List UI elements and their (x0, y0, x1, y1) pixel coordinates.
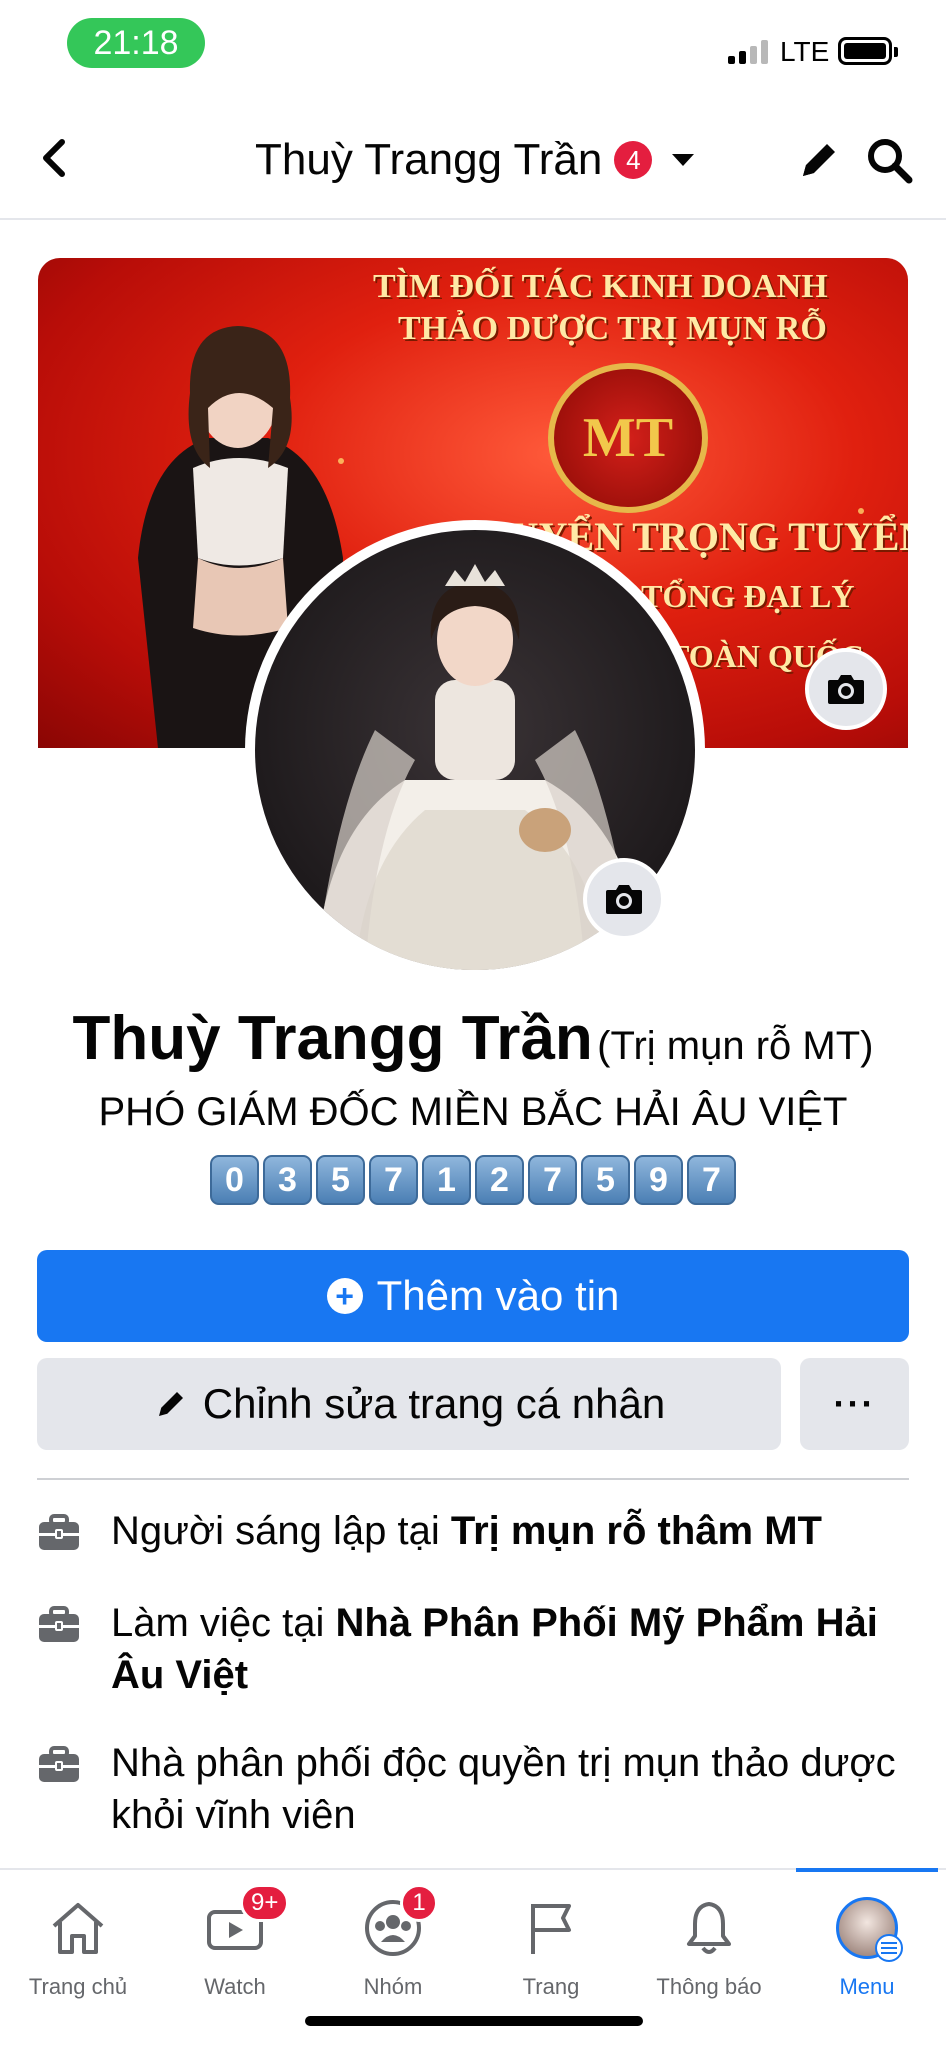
edit-button[interactable] (795, 136, 843, 189)
network-label: LTE (780, 36, 830, 67)
profile-subtitle: PHÓ GIÁM ĐỐC MIỀN BẮC HẢI ÂU VIỆT (98, 1090, 848, 1134)
phone-digit: 5 (581, 1155, 630, 1205)
info-prefix: Làm việc tại (111, 1601, 336, 1645)
nav-watch[interactable]: 9+ Watch (160, 1884, 310, 2000)
divider (37, 1478, 909, 1480)
info-item-distributor[interactable]: Nhà phân phối độc quyền trị mụn thảo dượ… (37, 1737, 917, 1841)
plus-circle-icon: + (326, 1278, 363, 1314)
profile-name: Thuỳ Trangg Trần (72, 1004, 593, 1073)
search-icon (868, 139, 913, 184)
nav-label: Nhóm (363, 1974, 423, 1999)
cover-text-2: THẢO DƯỢC TRỊ MỤN RỖ (398, 310, 827, 347)
chevron-left-icon (43, 139, 65, 177)
nav-label: Thông báo (656, 1974, 762, 1999)
pencil-icon (158, 1392, 183, 1416)
cover-logo-text: MT (582, 407, 674, 469)
more-options-button[interactable]: ··· (800, 1358, 909, 1450)
groups-badge: 1 (400, 1884, 438, 1922)
home-icon (52, 1903, 104, 1954)
status-time: 21:18 (67, 18, 205, 68)
caret-down-icon (672, 154, 695, 166)
info-prefix: Nhà phân phối độc quyền trị mụn thảo dượ… (111, 1741, 896, 1837)
cover-logo: MT (548, 363, 708, 513)
nav-label: Watch (204, 1974, 266, 1999)
edit-profile-label: Chỉnh sửa trang cá nhân (202, 1380, 666, 1427)
more-icon: ··· (833, 1383, 876, 1424)
header-badge: 4 (614, 141, 653, 179)
battery-icon (838, 37, 898, 65)
phone-digit: 7 (687, 1155, 736, 1205)
back-button[interactable] (30, 128, 80, 188)
info-text: Làm việc tại Nhà Phân Phối Mỹ Phẩm Hải Â… (111, 1597, 917, 1701)
search-button[interactable] (865, 136, 915, 191)
phone-number: 0 3 5 7 1 2 7 5 9 7 (210, 1155, 736, 1205)
edit-profile-button[interactable]: Chỉnh sửa trang cá nhân (37, 1358, 781, 1450)
phone-digit: 7 (528, 1155, 577, 1205)
briefcase-icon (39, 1606, 79, 1642)
info-prefix: Người sáng lập tại (111, 1509, 451, 1553)
edit-cover-button[interactable] (805, 648, 887, 730)
status-bar: 21:18 LTE (0, 0, 946, 100)
info-text: Nhà phân phối độc quyền trị mụn thảo dượ… (111, 1737, 917, 1841)
nav-pages[interactable]: Trang (476, 1888, 626, 2000)
menu-avatar-icon (836, 1897, 903, 1962)
info-item-founder[interactable]: Người sáng lập tại Trị mụn rỗ thâm MT (37, 1505, 917, 1557)
briefcase-icon (39, 1746, 79, 1782)
pencil-icon (803, 144, 835, 176)
edit-profile-picture-button[interactable] (583, 858, 665, 940)
nav-label: Menu (839, 1974, 895, 1999)
briefcase-icon (39, 1514, 79, 1550)
phone-digit: 3 (263, 1155, 312, 1205)
add-to-story-label: Thêm vào tin (376, 1272, 620, 1319)
info-item-work[interactable]: Làm việc tại Nhà Phân Phối Mỹ Phẩm Hải Â… (37, 1597, 917, 1701)
watch-badge: 9+ (240, 1884, 290, 1922)
add-to-story-button[interactable]: + Thêm vào tin (37, 1250, 909, 1342)
phone-digit: 1 (422, 1155, 471, 1205)
profile-switcher[interactable]: Thuỳ Trangg Trần 4 (255, 130, 695, 190)
home-indicator (305, 2016, 643, 2026)
phone-digit: 9 (634, 1155, 683, 1205)
camera-icon (828, 675, 864, 704)
nav-notifications[interactable]: Thông báo (634, 1888, 784, 2000)
camera-icon (606, 885, 642, 914)
nav-label: Trang chủ (28, 1974, 128, 1999)
cover-text-1: TÌM ĐỐI TÁC KINH DOANH (373, 268, 828, 305)
phone-digit: 7 (369, 1155, 418, 1205)
flag-icon (531, 1904, 571, 1954)
nav-menu[interactable]: Menu (792, 1888, 942, 2000)
info-text: Người sáng lập tại Trị mụn rỗ thâm MT (111, 1505, 822, 1557)
nav-active-indicator (796, 1868, 938, 1872)
top-header: Thuỳ Trangg Trần 4 (0, 100, 946, 220)
profile-name-row: Thuỳ Trangg Trần (Trị mụn rỗ MT) (0, 1003, 946, 1074)
header-title: Thuỳ Trangg Trần (255, 135, 603, 184)
phone-digit: 2 (475, 1155, 524, 1205)
bell-icon (687, 1902, 731, 1954)
signal-icon (728, 40, 768, 64)
hamburger-icon (875, 1934, 903, 1962)
phone-digit: 5 (316, 1155, 365, 1205)
info-link[interactable]: Trị mụn rỗ thâm MT (451, 1509, 822, 1553)
nav-home[interactable]: Trang chủ (3, 1888, 153, 2000)
phone-digit: 0 (210, 1155, 259, 1205)
nav-groups[interactable]: 1 Nhóm (318, 1884, 468, 2000)
nav-label: Trang (522, 1974, 580, 1999)
profile-alt-name: (Trị mụn rỗ MT) (597, 1024, 874, 1068)
